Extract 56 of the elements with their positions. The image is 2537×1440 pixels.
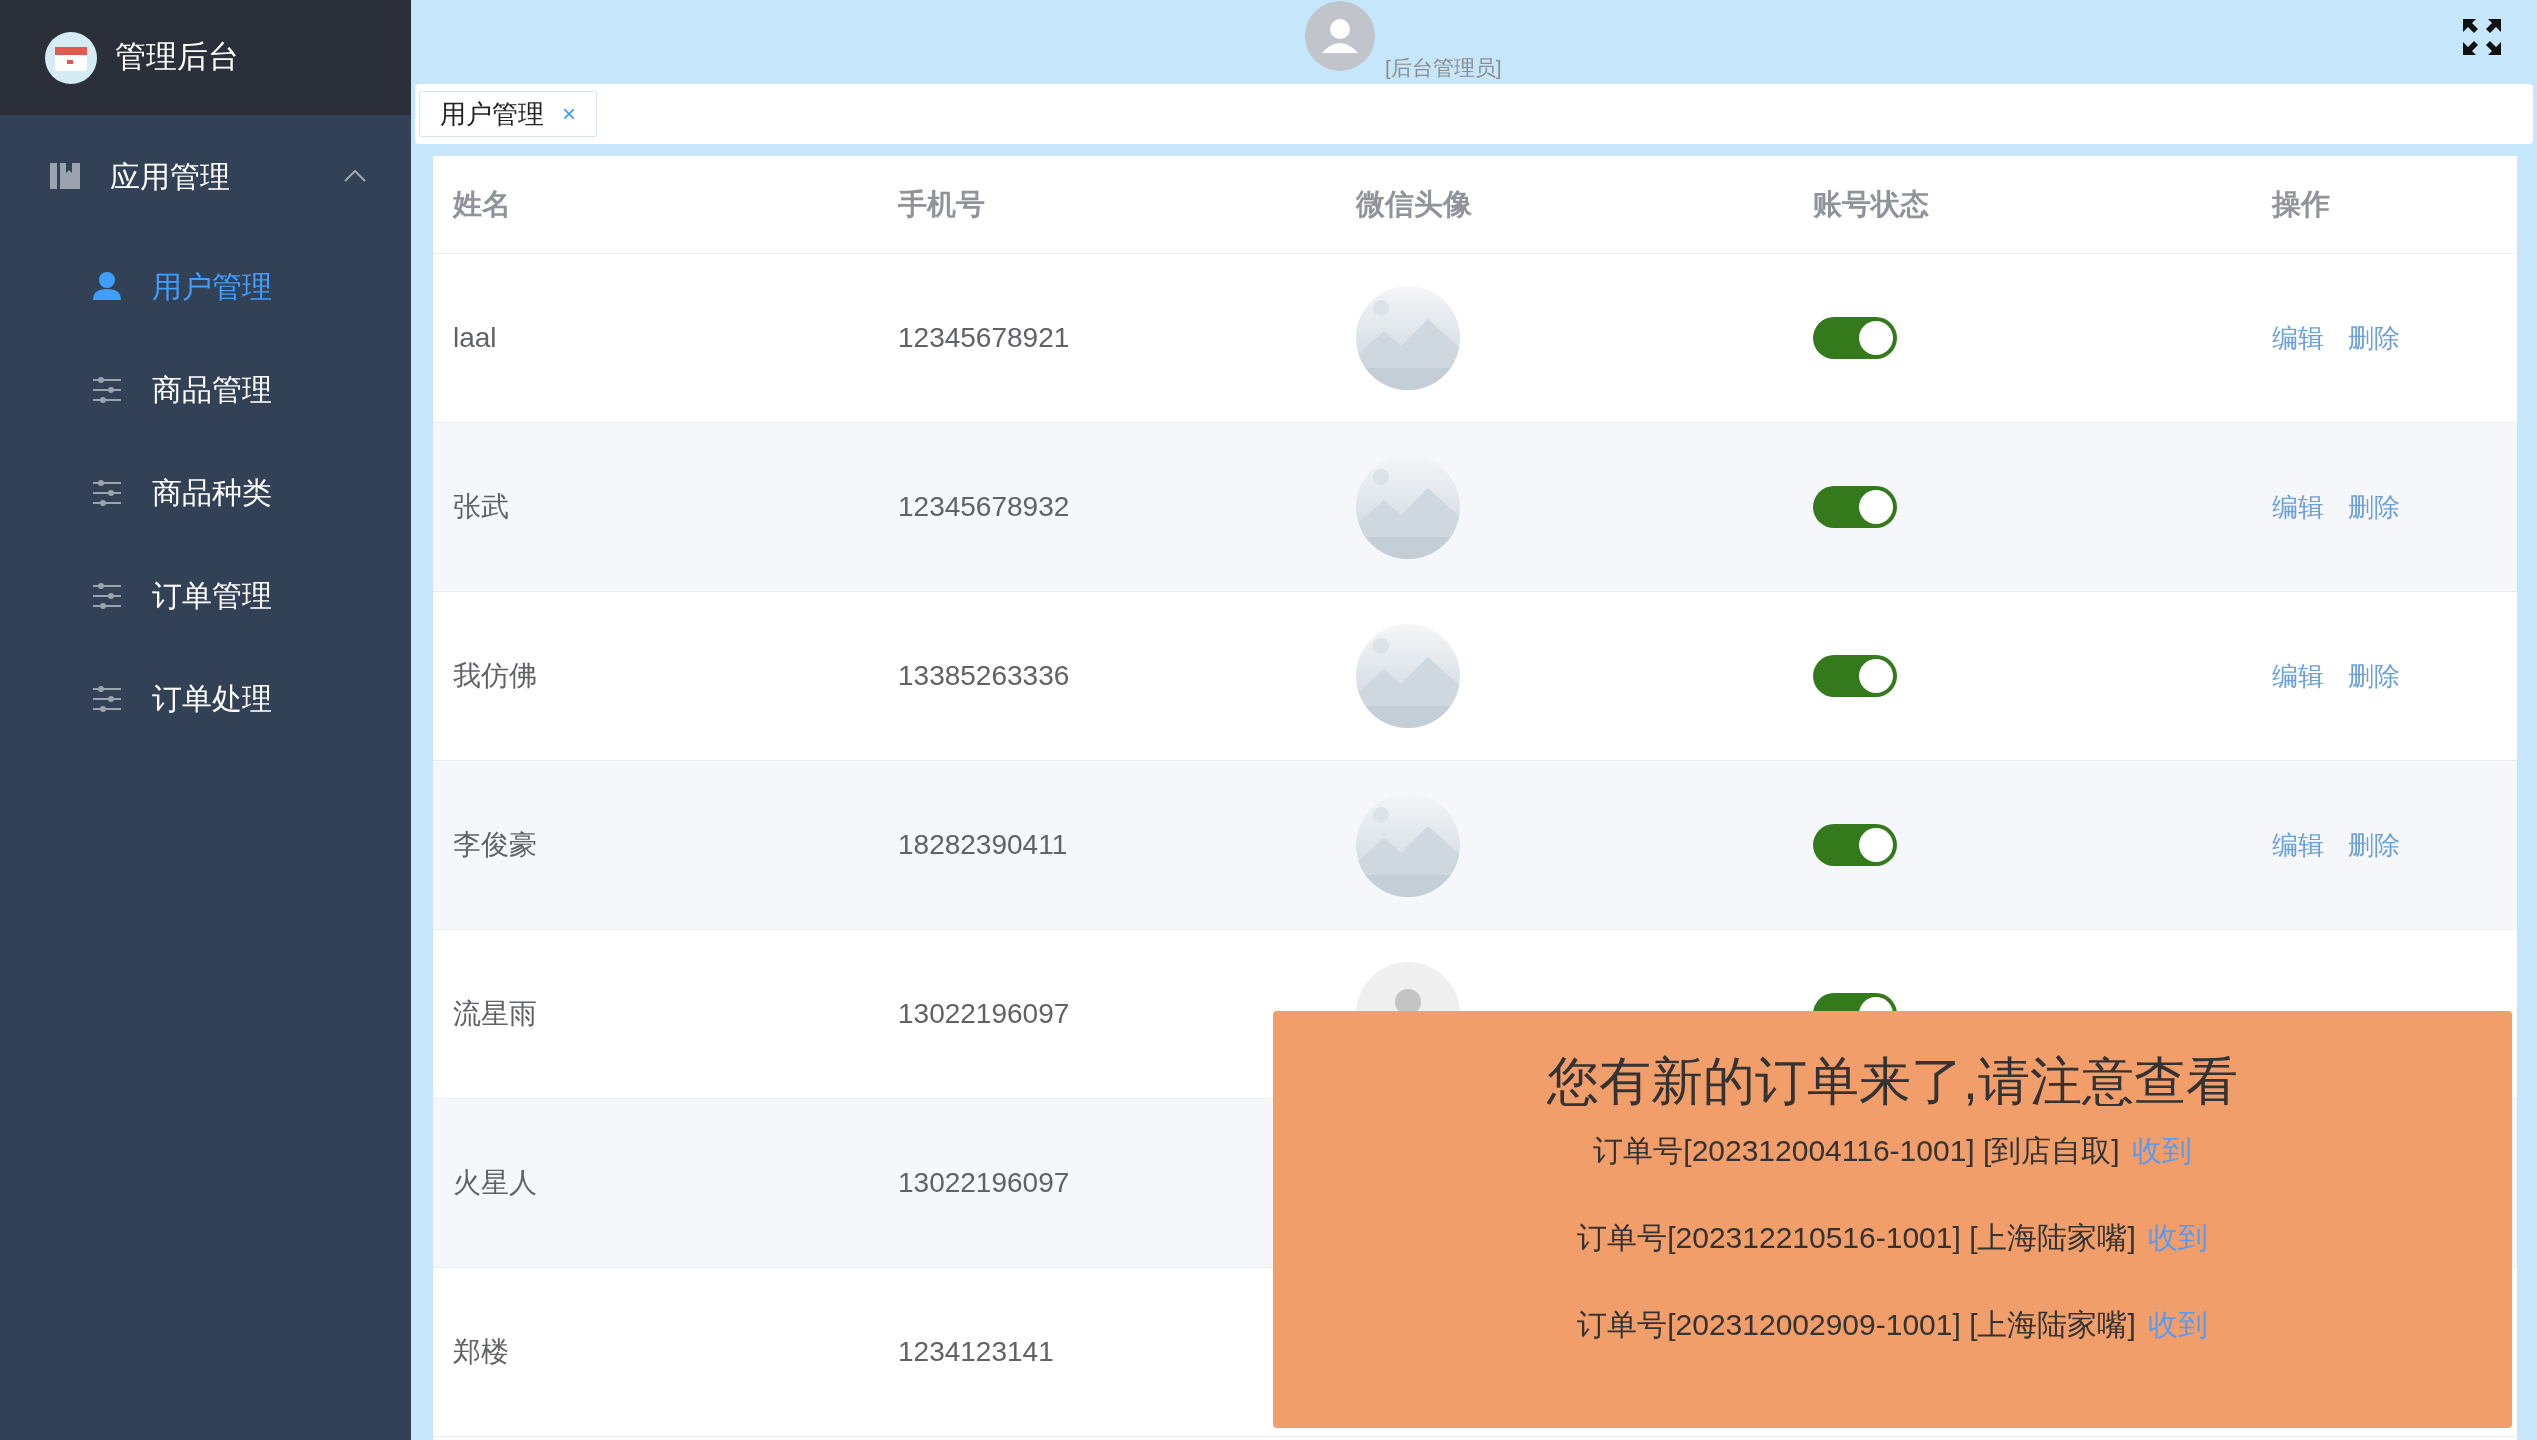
delete-link[interactable]: 删除 xyxy=(2348,487,2400,527)
sliders-icon xyxy=(92,374,122,405)
table-cell-text: 我仿佛 xyxy=(452,659,538,693)
menu-item[interactable]: 商品种类 xyxy=(0,441,411,544)
delete-link[interactable]: 删除 xyxy=(2348,656,2400,696)
toggle-switch[interactable] xyxy=(1813,655,1897,697)
menu-group[interactable]: 应用管理 xyxy=(0,117,411,235)
edit-link[interactable]: 编辑 xyxy=(2272,487,2324,527)
column-header: 操作 xyxy=(2272,186,2331,222)
column-header: 账号状态 xyxy=(1813,186,1930,222)
table-cell-text: 13022196097 xyxy=(898,997,1071,1031)
user-role: [后台管理员] xyxy=(1385,55,1502,81)
user-icon xyxy=(92,271,122,302)
page-tab[interactable]: 用户管理 × xyxy=(419,91,597,137)
menu-group-label: 应用管理 xyxy=(110,158,230,195)
calendar-logo-icon xyxy=(45,31,97,84)
sliders-icon xyxy=(92,683,122,714)
notification-title: 您有新的订单来了,请注意查看 xyxy=(1547,1053,2238,1111)
delete-link[interactable]: 删除 xyxy=(2348,318,2400,358)
fullscreen-icon[interactable] xyxy=(2463,19,2501,55)
table-cell-text: 郑楼 xyxy=(452,1335,510,1369)
order-text: 订单号[202312002909-1001] [上海陆家嘴] xyxy=(1577,1307,2136,1344)
sliders-icon xyxy=(92,477,122,508)
table-cell-text: 18282390411 xyxy=(898,828,1069,862)
sliders-icon xyxy=(92,580,122,611)
menu-item[interactable]: 订单管理 xyxy=(0,544,411,647)
table-cell-text: 流星雨 xyxy=(452,997,538,1031)
book-icon xyxy=(50,161,80,191)
toggle-switch[interactable] xyxy=(1813,824,1897,866)
user-avatar-icon xyxy=(1305,1,1375,71)
order-text: 订单号[202312210516-1001] [上海陆家嘴] xyxy=(1577,1220,2136,1257)
close-icon[interactable]: × xyxy=(562,96,576,132)
toggle-switch[interactable] xyxy=(1813,486,1897,528)
table-cell-text: 13022196097 xyxy=(898,1166,1071,1200)
table-cell-text: 12345678921 xyxy=(898,321,1071,355)
column-header: 微信头像 xyxy=(1356,186,1473,222)
table-cell-text: 火星人 xyxy=(452,1166,538,1200)
order-text: 订单号[202312004116-1001] [到店自取] xyxy=(1593,1133,2120,1170)
table-cell-text: 张武 xyxy=(452,490,510,524)
column-header: 手机号 xyxy=(898,186,986,222)
delete-link[interactable]: 删除 xyxy=(2348,825,2400,865)
menu-item[interactable]: 用户管理 xyxy=(0,235,411,338)
menu-item[interactable]: 订单处理 xyxy=(0,647,411,750)
table-cell-text: 1234123141 xyxy=(898,1335,1055,1369)
table-cell-text: 13385263336 xyxy=(898,659,1071,693)
edit-link[interactable]: 编辑 xyxy=(2272,656,2324,696)
table-cell-text: 12345678932 xyxy=(898,490,1071,524)
toggle-switch[interactable] xyxy=(1813,317,1897,359)
column-header: 姓名 xyxy=(451,186,512,222)
edit-link[interactable]: 编辑 xyxy=(2272,318,2324,358)
table-cell-text: laal xyxy=(452,321,498,355)
caret-icon xyxy=(344,170,366,182)
table-cell-text: 李俊豪 xyxy=(452,828,538,862)
menu-item[interactable]: 商品管理 xyxy=(0,338,411,441)
app-title: 管理后台 xyxy=(115,38,239,77)
edit-link[interactable]: 编辑 xyxy=(2272,825,2324,865)
